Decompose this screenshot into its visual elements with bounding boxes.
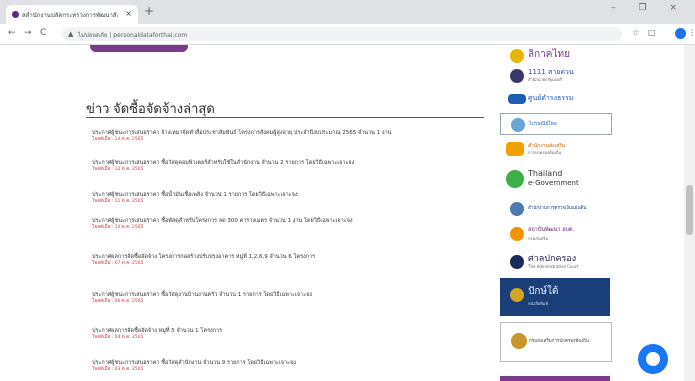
sidebar-link-0[interactable]: ลิกาคไทย (500, 45, 610, 63)
menu-icon[interactable]: ⋮ (688, 28, 695, 37)
sidebar-link-sub: สำนักนายกรัฐมนตรี (528, 77, 563, 82)
sidebar-link-2[interactable]: ศูนย์ดำรงธรรม (500, 88, 610, 110)
sidebar-link-3[interactable]: ไปรษณีย์ไทย (500, 113, 612, 135)
e-logo-icon (506, 170, 524, 188)
window-controls[interactable]: – ❐ × (611, 3, 687, 13)
url-text: ไม่ปลอดภัย | personaldataforthai.com (78, 32, 188, 39)
list-item[interactable]: ประกาศผู้ชนะการเสนอราคา ซื้อวัสดุคอมพิวเ… (92, 160, 482, 173)
sidebar-link-10[interactable]: กรมส่งเสริมการปกครองท้องถิ่น (500, 322, 612, 362)
news-title[interactable]: ประกาศผู้ชนะการเสนอราคา ซื้อพัสดุสำหรับโ… (92, 218, 482, 225)
news-title[interactable]: ประกาศผู้ชนะการเสนอราคา ซื้อวัสดุคอมพิวเ… (92, 160, 482, 167)
list-item[interactable]: ประกาศผู้ชนะการเสนอราคา ซื้อวัสดุงานบ้าน… (92, 292, 482, 305)
news-date: โพสต์เมื่อ : 06 ต.ค. 2565 (92, 299, 144, 304)
list-item[interactable]: ประกาศผู้ชนะการเสนอราคา ซื้อวัสดุสำนักงา… (92, 360, 482, 373)
news-title[interactable]: ประกาศผู้ชนะการเสนอราคา ซื้อวัสดุงานบ้าน… (92, 292, 482, 299)
news-date: โพสต์เมื่อ : 10 ต.ค. 2565 (92, 225, 144, 230)
top-purple-button[interactable] (90, 45, 188, 52)
favicon-icon (12, 11, 19, 18)
sidebar-link-sub: กรมส่งเสริม (528, 236, 549, 241)
news-date: โพสต์เมื่อ : 07 ต.ค. 2565 (92, 261, 144, 266)
extension-icon[interactable]: ☆ (632, 28, 639, 37)
emblem-icon (510, 255, 524, 269)
tab-strip: สสำนักงานปลัดกระทรวงการพัฒนาสังคม × + – … (0, 0, 695, 24)
news-title[interactable]: ประกาศผู้ชนะการเสนอราคา ซื้อวัสดุสำนักงา… (92, 360, 482, 367)
news-date: โพสต์เมื่อ : 11 ต.ค. 2565 (92, 199, 144, 204)
emblem-icon (510, 227, 524, 241)
browser-toolbar: ← → C ▲ ไม่ปลอดภัย | personaldataforthai… (0, 24, 695, 45)
scrollbar-thumb[interactable] (686, 185, 693, 235)
heading-divider (86, 117, 484, 118)
sidebar-link-sub: e-Government (528, 179, 579, 187)
sidebar-link-sub: การปกครองท้องถิ่น (528, 150, 562, 155)
sidebar-link-sub: หนังสือพิมพ์ (528, 301, 549, 306)
scrollbar[interactable] (684, 45, 695, 381)
avatar[interactable] (675, 28, 686, 39)
emblem-icon (510, 288, 524, 302)
sidebar-link-8[interactable]: ศาลปกครอง The Administrative Court (500, 250, 610, 274)
news-date: โพสต์เมื่อ : 12 ต.ค. 2565 (92, 167, 144, 172)
sidebar-link-5[interactable]: Thailand e-Government (500, 166, 610, 194)
sidebar-link-6[interactable]: สำนักงานการตรวจเงินแผ่นดิน (500, 198, 610, 218)
news-date: โพสต์เมื่อ : 14 ต.ค. 2565 (92, 137, 144, 142)
sidebar-link-label: ปักษ์ใต้ (528, 286, 559, 297)
emblem-icon (510, 202, 524, 216)
emblem-icon (511, 333, 527, 349)
sidebar-link-4[interactable]: สำนักงานส่งเสริม การปกครองท้องถิ่น (500, 138, 610, 160)
chat-bubble-icon (646, 352, 660, 366)
warning-icon: ▲ (68, 30, 74, 38)
list-item[interactable]: ประกาศผู้ชนะการเสนอราคา ซื้อน้ำมันเชื้อเ… (92, 192, 482, 205)
emblem-icon (510, 69, 524, 83)
sidebar-link-9[interactable]: ปักษ์ใต้ หนังสือพิมพ์ (500, 278, 610, 316)
news-date: โพสต์เมื่อ : 03 ต.ค. 2565 (92, 367, 144, 372)
emblem-icon (510, 49, 524, 63)
logo-icon (506, 142, 524, 156)
sidebar-link-label: สถาบันพัฒนา อบต. (528, 227, 575, 233)
news-title[interactable]: ประกาศผลการจัดซื้อจัดจ้าง โครงการก่อสร้า… (92, 254, 482, 261)
list-item[interactable]: ประกาศผลการจัดซื้อจัดจ้าง หมู่ที่ 5 จำนว… (92, 328, 482, 341)
sidebar-link-1[interactable]: 1111 สายด่วน สำนักนายกรัฐมนตรี (500, 65, 610, 85)
tab-close-icon[interactable]: × (125, 9, 132, 18)
sidebar-link-label: สำนักงานการตรวจเงินแผ่นดิน (528, 206, 587, 211)
new-tab-button[interactable]: + (144, 4, 154, 18)
sidebar-link-label: ศูนย์ดำรงธรรม (528, 94, 574, 102)
sidebar-link-sub: The Administrative Court (528, 264, 579, 269)
profile-icon[interactable]: □ (648, 28, 656, 37)
sidebar-link-label: ลิกาคไทย (528, 49, 570, 60)
address-bar[interactable]: ▲ ไม่ปลอดภัย | personaldataforthai.com (62, 27, 622, 41)
sidebar-link-7[interactable]: สถาบันพัฒนา อบต. กรมส่งเสริม (500, 222, 610, 246)
browser-tab[interactable]: สสำนักงานปลัดกระทรวงการพัฒนาสังคม × (6, 5, 138, 24)
sidebar-link-label: ศาลปกครอง (528, 254, 577, 264)
list-item[interactable]: ประกาศผู้ชนะการเสนอราคา ซื้อพัสดุสำหรับโ… (92, 218, 482, 231)
sidebar-bottom-button[interactable] (500, 376, 610, 381)
tab-title: สสำนักงานปลัดกระทรวงการพัฒนาสังคม (22, 12, 118, 19)
messenger-chat-button[interactable] (638, 344, 668, 374)
list-item[interactable]: ประกาศผู้ชนะการเสนอราคา จ้างเหมาจัดทำสื่… (92, 130, 482, 143)
page-title: ข่าว จัดซื้อจัดจ้างล่าสุด (86, 101, 215, 116)
pmoc-logo-icon (508, 94, 526, 104)
emblem-icon (511, 118, 525, 132)
news-title[interactable]: ประกาศผู้ชนะการเสนอราคา ซื้อน้ำมันเชื้อเ… (92, 192, 482, 199)
back-button[interactable]: ← (8, 28, 16, 38)
news-title[interactable]: ประกาศผู้ชนะการเสนอราคา จ้างเหมาจัดทำสื่… (92, 130, 482, 137)
sidebar-link-label: กรมส่งเสริมการปกครองท้องถิ่น (529, 339, 589, 344)
reload-button[interactable]: C (40, 28, 46, 38)
news-date: โพสต์เมื่อ : 04 ต.ค. 2565 (92, 335, 144, 340)
forward-button[interactable]: → (24, 28, 32, 38)
list-item[interactable]: ประกาศผลการจัดซื้อจัดจ้าง โครงการก่อสร้า… (92, 254, 482, 267)
news-title[interactable]: ประกาศผลการจัดซื้อจัดจ้าง หมู่ที่ 5 จำนว… (92, 328, 482, 335)
sidebar-link-label: Thailand (528, 169, 563, 178)
sidebar-link-label: ไปรษณีย์ไทย (529, 121, 557, 127)
